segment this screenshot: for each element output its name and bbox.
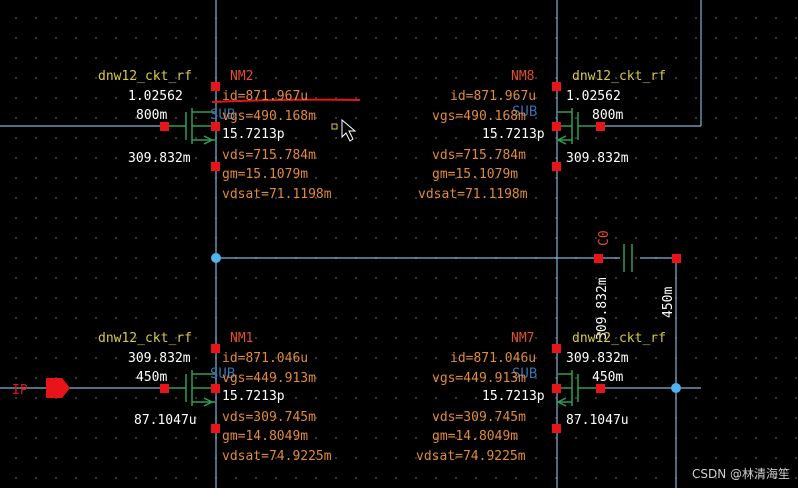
nm1-vdsat: vdsat=74.9225m: [222, 449, 332, 464]
schematic-drawing[interactable]: IP dnw12_ckt_rf NM2 1.02562 id=871.967u …: [0, 0, 798, 488]
nm7-inst-label: NM7: [511, 331, 534, 346]
nm7-cap: 15.7213p: [482, 389, 545, 404]
ip-pin-label: IP: [12, 383, 28, 398]
ip-pin-icon[interactable]: [46, 378, 70, 398]
nm8-length: 800m: [592, 108, 623, 123]
nm2-cap: 15.7213p: [222, 127, 285, 142]
nm8-cap: 15.7213p: [482, 127, 545, 142]
nm8-inst-label: NM8: [511, 69, 534, 84]
nm8-id: id=871.967u: [450, 89, 536, 104]
nm1-id: id=871.046u: [222, 351, 308, 366]
nm8-vdsat: vdsat=71.1198m: [418, 187, 528, 202]
nm1-cap: 15.7213p: [222, 389, 285, 404]
nm7-id: id=871.046u: [450, 351, 536, 366]
nm7-cell-label: dnw12_ckt_rf: [572, 331, 666, 346]
nm8-vds: vds=715.784m: [432, 148, 526, 163]
nm2-vb: 309.832m: [128, 151, 191, 166]
nm2-vgs: vgs=490.168m: [222, 109, 316, 124]
watermark: CSDN @林清海笙: [691, 467, 790, 481]
nm2-vds: vds=715.784m: [222, 148, 316, 163]
cap-c0-label: C0: [597, 230, 612, 246]
nm7-mult: 309.832m: [566, 351, 629, 366]
nm1-vgs: vgs=449.913m: [222, 371, 316, 386]
nm7-vdsat: vdsat=74.9225m: [416, 449, 526, 464]
nm1-vb: 87.1047u: [134, 413, 197, 428]
nm2-vdsat: vdsat=71.1198m: [222, 187, 332, 202]
nm7-vds: vds=309.745m: [432, 410, 526, 425]
nm2-inst-label: NM2: [230, 69, 253, 84]
nm8-vb: 309.832m: [566, 151, 629, 166]
nm1-mult: 309.832m: [128, 351, 191, 366]
nm8-mult: 1.02562: [566, 89, 621, 104]
nm7-gm: gm=14.8049m: [432, 429, 518, 444]
mouse-cursor-icon: [331, 118, 357, 142]
nm8-gm: gm=15.1079m: [432, 167, 518, 182]
nm1-length: 450m: [136, 370, 167, 385]
schematic-canvas[interactable]: IP dnw12_ckt_rf NM2 1.02562 id=871.967u …: [0, 0, 798, 488]
nm7-length: 450m: [592, 370, 623, 385]
nm2-length: 800m: [136, 108, 167, 123]
nm8-cell-label: dnw12_ckt_rf: [572, 69, 666, 84]
nm7-vgs: vgs=449.913m: [432, 371, 526, 386]
nm2-cell-label: dnw12_ckt_rf: [98, 69, 192, 84]
nm1-inst-label: NM1: [230, 331, 253, 346]
nm2-mult: 1.02562: [128, 89, 183, 104]
nm1-cell-label: dnw12_ckt_rf: [98, 331, 192, 346]
nm2-gm: gm=15.1079m: [222, 167, 308, 182]
nm2-id: id=871.967u: [222, 89, 308, 104]
nm1-vds: vds=309.745m: [222, 410, 316, 425]
nm7-vb: 87.1047u: [566, 413, 629, 428]
cap-right-net-value: 450m: [661, 287, 676, 318]
nm8-vgs: vgs=490.168m: [432, 109, 526, 124]
nm1-gm: gm=14.8049m: [222, 429, 308, 444]
